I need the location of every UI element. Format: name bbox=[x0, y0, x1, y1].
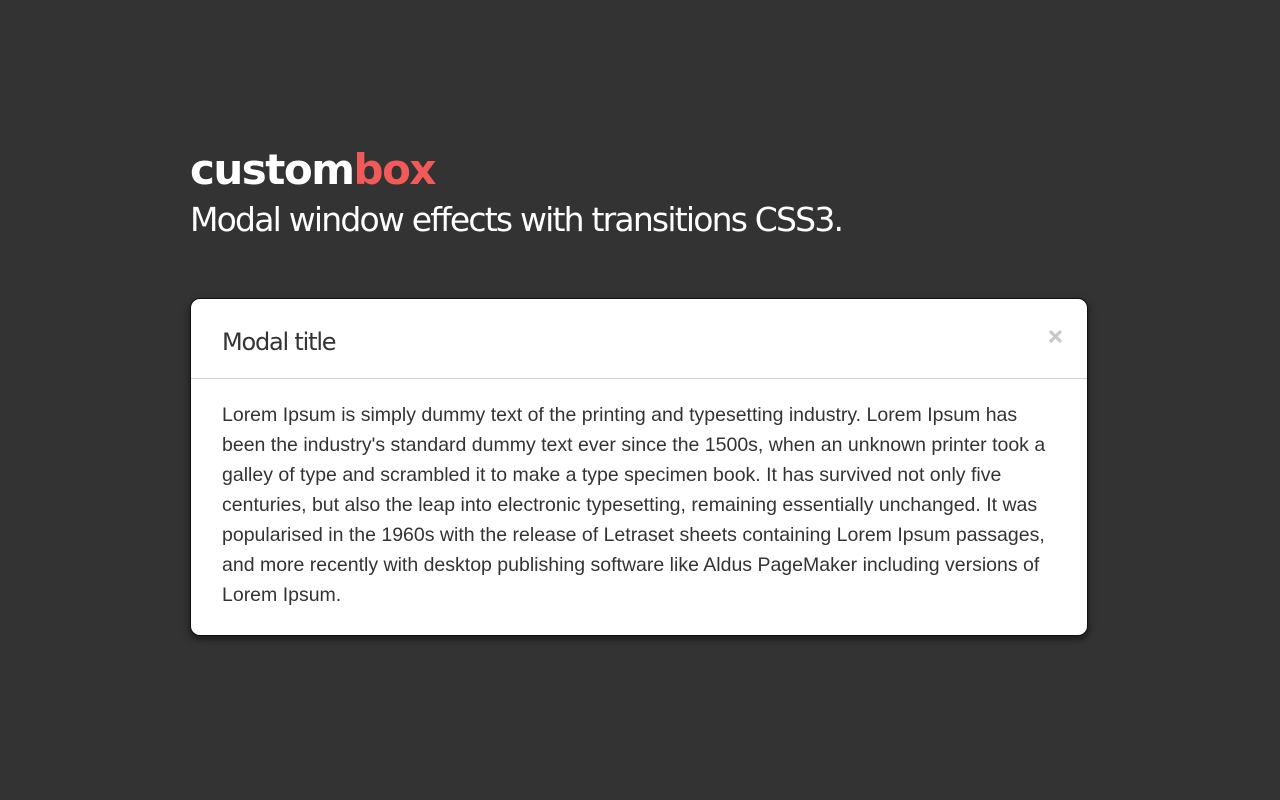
brand-logo: custombox bbox=[190, 140, 1090, 200]
modal-body-text: Lorem Ipsum is simply dummy text of the … bbox=[222, 404, 1046, 606]
close-icon bbox=[1048, 329, 1063, 344]
page-header: custombox Modal window effects with tran… bbox=[190, 140, 1090, 240]
modal-window: Modal title Lorem Ipsum is simply dummy … bbox=[190, 298, 1088, 636]
brand-name-custom: custom bbox=[190, 145, 355, 194]
brand-name-box: box bbox=[353, 145, 437, 194]
modal-close-button[interactable] bbox=[1045, 326, 1067, 348]
page-tagline: Modal window effects with transitions CS… bbox=[190, 200, 844, 239]
modal-title: Modal title bbox=[222, 328, 337, 356]
modal-body: Lorem Ipsum is simply dummy text of the … bbox=[191, 379, 1087, 610]
modal-header: Modal title bbox=[191, 299, 1087, 379]
